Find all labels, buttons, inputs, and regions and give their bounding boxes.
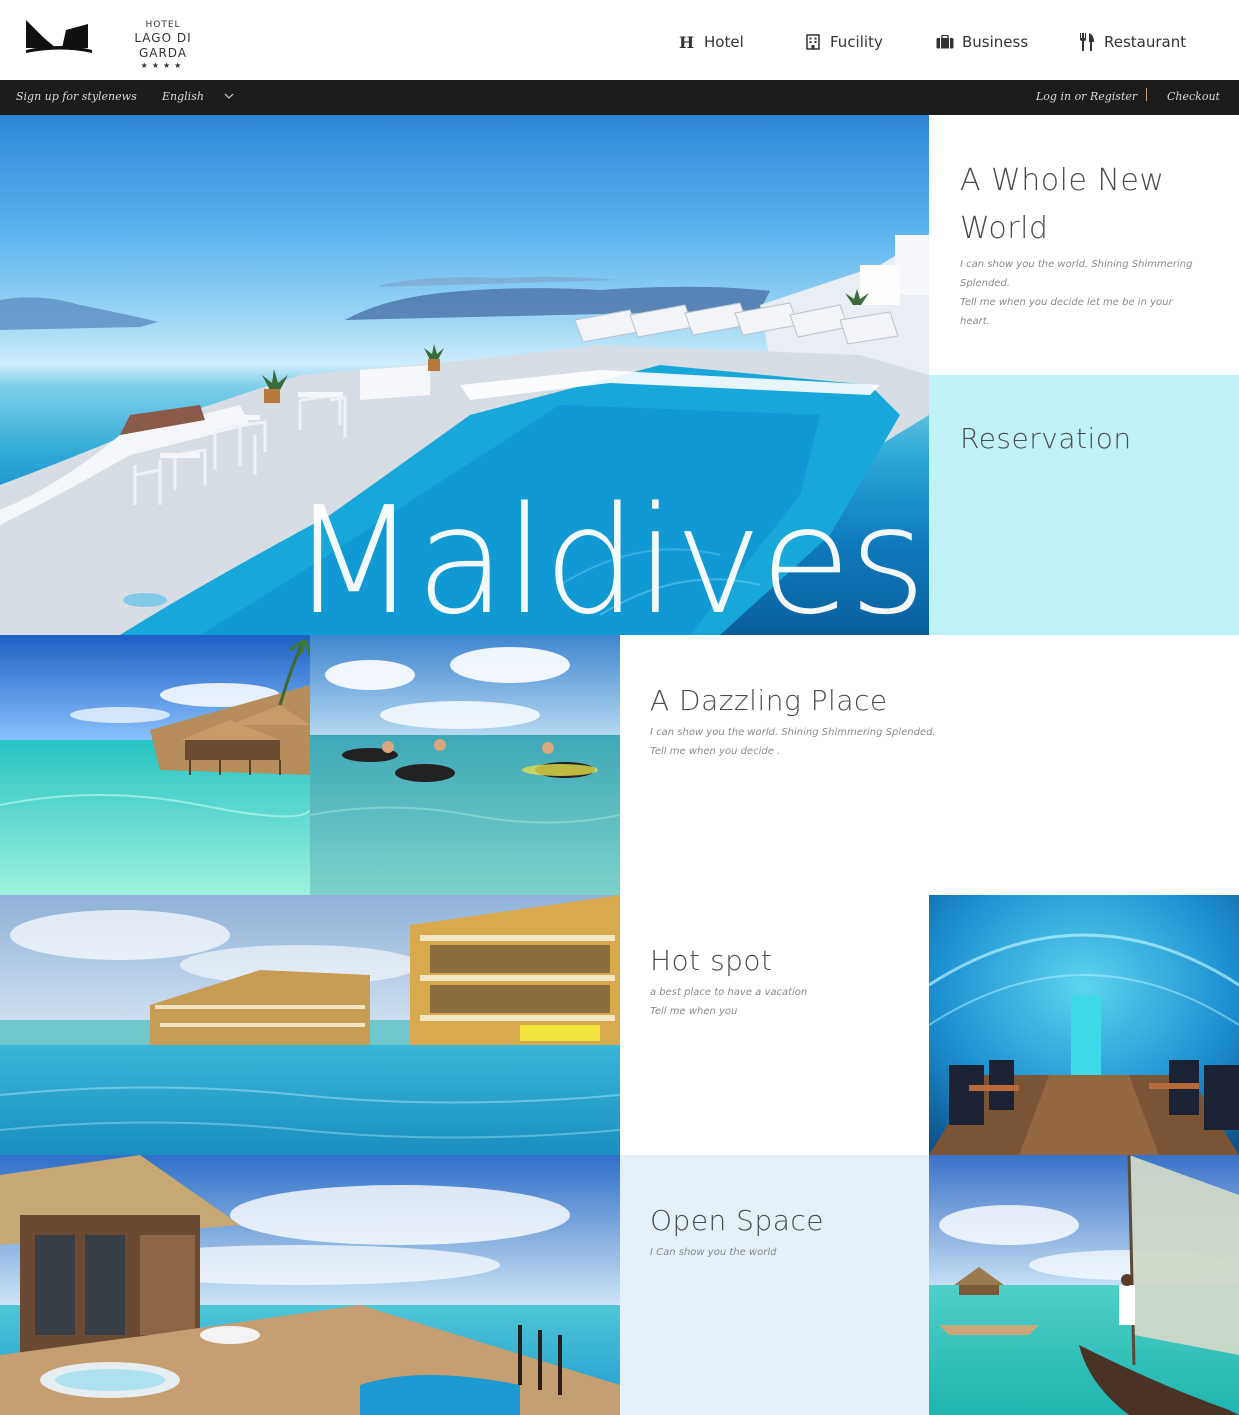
nav-item-label: Business xyxy=(962,33,1029,51)
briefcase-icon xyxy=(936,33,954,51)
panel-title-line: A Whole New xyxy=(960,163,1165,198)
logo-small-text: HOTEL xyxy=(145,20,181,30)
panel-title-line: World xyxy=(960,211,1049,246)
panel-text-line: a best place to have a vacation xyxy=(650,987,808,998)
panel-text: I Can show you the world xyxy=(650,1243,899,1262)
topbar-divider xyxy=(1146,88,1147,101)
underwater-restaurant-image xyxy=(929,895,1239,1155)
reservation-title[interactable]: Reservation xyxy=(960,421,1209,457)
panel-text-line: heart. xyxy=(960,316,990,327)
nav-item-label: Hotel xyxy=(704,33,744,51)
nav-item-restaurant[interactable]: Restaurant xyxy=(1078,33,1186,51)
resort-pool-image xyxy=(0,895,620,1155)
sailing-boat-image xyxy=(929,1155,1239,1415)
chevron-down-icon[interactable] xyxy=(223,91,235,101)
panel-text-line: Tell me when you xyxy=(650,1006,738,1017)
main-nav: H Hotel Fucility Business Restaurant xyxy=(0,33,1239,57)
panel-title: A Whole New World xyxy=(960,157,1209,253)
fork-knife-icon xyxy=(1078,33,1096,51)
panel-text-line: I can show you the world. Shining Shimme… xyxy=(960,259,1193,270)
panel-text-line: Splended. xyxy=(960,278,1010,289)
dazzling-place-panel: A Dazzling Place I can show you the worl… xyxy=(620,635,1239,895)
hot-spot-panel: Hot spot a best place to have a vacation… xyxy=(620,895,929,1155)
panel-text-line: I Can show you the world xyxy=(650,1247,777,1258)
whole-new-world-panel: A Whole New World I can show you the wor… xyxy=(929,115,1239,375)
site-header: HOTEL LAGO DI GARDA ★★★★ H Hotel Fucilit… xyxy=(0,0,1239,80)
panel-text-line: I can show you the world. Shining Shimme… xyxy=(650,727,936,738)
hero-image: Maldives xyxy=(0,115,929,635)
villa-jacuzzi-image xyxy=(0,1155,620,1415)
utility-bar: Sign up for stylenews English Log in or … xyxy=(0,80,1239,115)
logo-stars: ★★★★ xyxy=(140,61,186,70)
overwater-bungalows-image xyxy=(0,635,310,895)
panel-title: A Dazzling Place xyxy=(650,684,888,717)
building-icon xyxy=(804,33,822,51)
nav-item-label: Fucility xyxy=(830,33,883,51)
panel-text-line: Tell me when you decide let me be in you… xyxy=(960,297,1173,308)
panel-text: I can show you the world. Shining Shimme… xyxy=(650,723,1209,761)
checkout-link[interactable]: Checkout xyxy=(1167,90,1220,103)
hero-title: Maldives xyxy=(290,475,926,635)
nav-item-facility[interactable]: Fucility xyxy=(804,33,883,51)
panel-title: Open Space xyxy=(650,1204,825,1237)
nav-item-business[interactable]: Business xyxy=(936,33,1028,51)
reservation-panel[interactable]: Reservation xyxy=(929,375,1239,635)
nav-item-hotel[interactable]: H Hotel xyxy=(678,33,744,51)
panel-text-line: Tell me when you decide . xyxy=(650,746,781,757)
panel-text: I can show you the world. Shining Shimme… xyxy=(960,255,1209,331)
newsletter-signup-link[interactable]: Sign up for stylenews xyxy=(16,90,137,103)
login-register-link[interactable]: Log in or Register xyxy=(1036,90,1137,103)
panel-text: a best place to have a vacation Tell me … xyxy=(650,983,899,1021)
panel-title: Hot spot xyxy=(650,944,773,977)
nav-item-label: Restaurant xyxy=(1104,33,1187,51)
hotel-h-icon: H xyxy=(678,33,696,51)
open-space-panel: Open Space I Can show you the world xyxy=(620,1155,929,1415)
snorkeling-image xyxy=(310,635,620,895)
language-select[interactable]: English xyxy=(162,90,204,103)
svg-text:H: H xyxy=(679,34,694,50)
